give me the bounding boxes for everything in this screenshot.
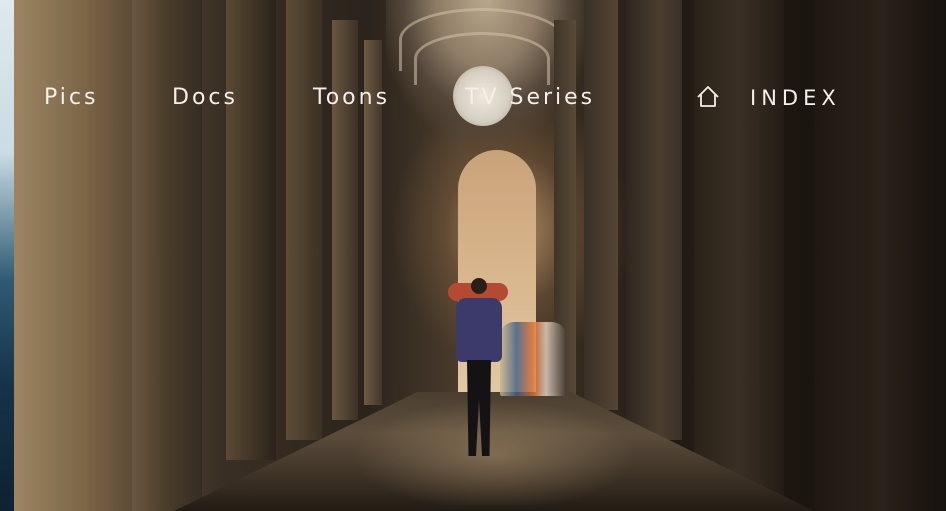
- home-icon[interactable]: [695, 84, 721, 110]
- nav-item-index[interactable]: INDEX: [750, 84, 841, 112]
- nav-item-toons[interactable]: Toons: [313, 84, 390, 112]
- hiker-backpack: [456, 298, 502, 362]
- nav-item-tv-series[interactable]: TV Series: [465, 84, 595, 112]
- hiker-head: [471, 278, 487, 294]
- floor-light: [354, 395, 634, 505]
- nav-item-pics[interactable]: Pics: [44, 84, 98, 112]
- main-nav: Pics Docs Toons TV Series INDEX: [0, 0, 946, 200]
- group-of-people: [500, 322, 566, 396]
- nav-item-docs[interactable]: Docs: [172, 84, 238, 112]
